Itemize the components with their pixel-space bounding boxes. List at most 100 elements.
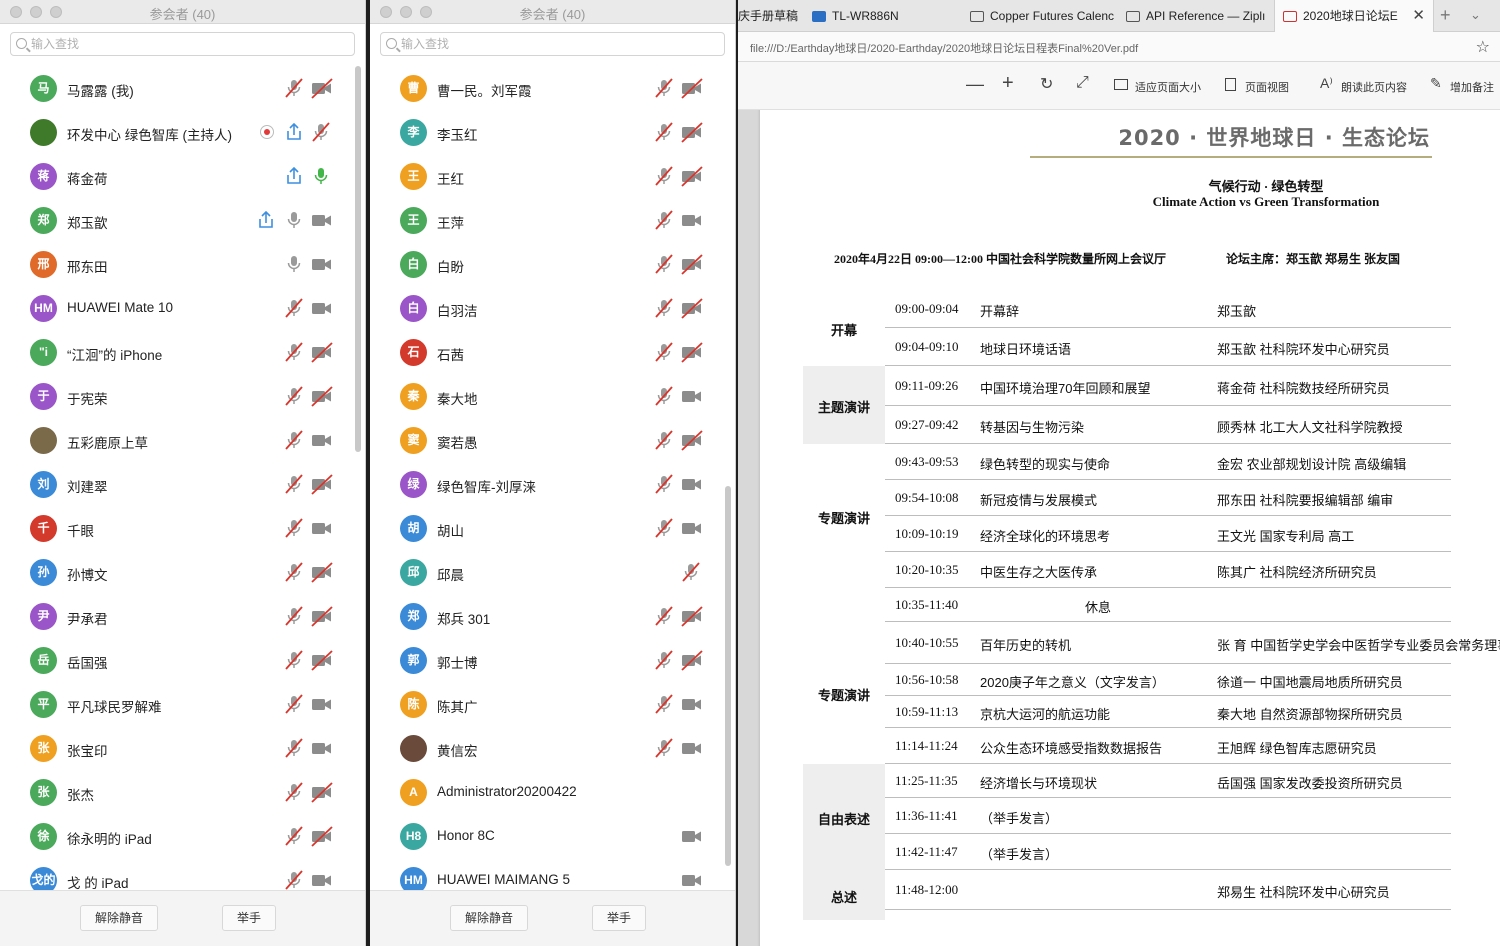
mic-muted-icon[interactable] <box>653 121 675 143</box>
participant-row[interactable]: 蒋蒋金荷 <box>0 154 351 198</box>
microphone-icon[interactable] <box>310 165 332 187</box>
video-off-icon[interactable] <box>680 165 703 187</box>
video-icon[interactable] <box>680 473 702 495</box>
video-icon[interactable] <box>680 869 702 890</box>
rotate-icon[interactable]: ↻ <box>1040 74 1053 94</box>
share-screen-icon[interactable] <box>283 121 305 143</box>
participant-row[interactable]: 郑郑兵 301 <box>370 594 721 638</box>
mic-muted-icon[interactable] <box>283 77 305 99</box>
participant-row[interactable]: 郭郭士博 <box>370 638 721 682</box>
participant-row[interactable]: 黄信宏 <box>370 726 721 770</box>
participant-list[interactable]: 曹曹一民。刘军霞李李玉红王王红王王萍白白盼白白羽洁石石茜秦秦大地窦窦若愚绿绿色智… <box>370 66 721 890</box>
participant-row[interactable]: HM HUAWEI Mate 10 <box>0 286 351 330</box>
mic-muted-icon[interactable] <box>653 77 675 99</box>
mic-muted-icon[interactable] <box>680 561 702 583</box>
read-aloud-button[interactable]: 朗读此页内容 <box>1341 79 1407 95</box>
participant-row[interactable]: 绿绿色智库-刘厚涞 <box>370 462 721 506</box>
video-off-icon[interactable] <box>310 781 333 803</box>
participant-row[interactable]: 王王红 <box>370 154 721 198</box>
participant-row[interactable]: 邢邢东田 <box>0 242 351 286</box>
zoom-out-icon[interactable]: — <box>966 74 984 95</box>
mic-muted-icon[interactable] <box>653 737 675 759</box>
search-box[interactable] <box>10 32 355 56</box>
mic-muted-icon[interactable] <box>283 297 305 319</box>
fullscreen-icon[interactable]: ⤢ <box>1076 74 1089 92</box>
participant-row[interactable]: 白白盼 <box>370 242 721 286</box>
mic-muted-icon[interactable] <box>283 429 305 451</box>
video-off-icon[interactable] <box>680 253 703 275</box>
video-off-icon[interactable] <box>310 77 333 99</box>
participant-row[interactable]: 马马露露 (我) <box>0 66 351 110</box>
participant-row[interactable]: 石石茜 <box>370 330 721 374</box>
mic-muted-icon[interactable] <box>653 209 675 231</box>
tab-api-reference[interactable]: API Reference — Ziplı <box>1126 0 1272 32</box>
tab-tl-wr886n[interactable]: TL-WR886N <box>812 0 952 32</box>
participant-row[interactable]: 戈的戈 的 iPad <box>0 858 351 890</box>
participant-row[interactable]: 秦秦大地 <box>370 374 721 418</box>
mic-muted-icon[interactable] <box>283 473 305 495</box>
video-icon[interactable] <box>310 517 332 539</box>
participant-row[interactable]: 张张宝印 <box>0 726 351 770</box>
search-input[interactable] <box>401 35 701 53</box>
mic-muted-icon[interactable] <box>283 869 305 890</box>
video-icon[interactable] <box>310 869 332 890</box>
video-icon[interactable] <box>680 737 702 759</box>
participant-row[interactable]: HM HUAWEI MAIMANG 5 <box>370 858 721 890</box>
video-off-icon[interactable] <box>310 473 333 495</box>
zoom-in-icon[interactable]: + <box>1002 72 1014 95</box>
mic-muted-icon[interactable] <box>653 517 675 539</box>
mic-muted-icon[interactable] <box>283 561 305 583</box>
video-off-icon[interactable] <box>680 649 703 671</box>
mic-muted-icon[interactable] <box>653 297 675 319</box>
mic-muted-icon[interactable] <box>283 605 305 627</box>
participant-row[interactable]: 白白羽洁 <box>370 286 721 330</box>
participant-row[interactable]: 李李玉红 <box>370 110 721 154</box>
page-view-button[interactable]: 页面视图 <box>1245 79 1289 95</box>
unmute-button[interactable]: 解除静音 <box>80 905 159 931</box>
microphone-icon[interactable] <box>283 209 305 231</box>
participant-row[interactable]: 曹曹一民。刘军霞 <box>370 66 721 110</box>
mic-muted-icon[interactable] <box>653 429 675 451</box>
tab-manual-draft[interactable]: 庆手册草稿 <box>738 0 804 32</box>
video-icon[interactable] <box>680 825 702 847</box>
favorite-star-icon[interactable]: ☆ <box>1476 37 1490 57</box>
participant-row[interactable]: 张张杰 <box>0 770 351 814</box>
search-box[interactable] <box>380 32 725 56</box>
participant-row[interactable]: 胡胡山 <box>370 506 721 550</box>
mic-muted-icon[interactable] <box>283 781 305 803</box>
mic-muted-icon[interactable] <box>283 825 305 847</box>
mic-muted-icon[interactable] <box>653 473 675 495</box>
url-text[interactable]: file:///D:/Earthday地球日/2020-Earthday/202… <box>750 40 1138 56</box>
mic-muted-icon[interactable] <box>310 121 332 143</box>
participant-row[interactable]: "i “江洄”的 iPhone <box>0 330 351 374</box>
participant-row[interactable]: H8 Honor 8C <box>370 814 721 858</box>
participant-list[interactable]: 马马露露 (我) 环发中心 绿色智库 (主持人) 蒋蒋金荷郑郑玉歆邢邢东田 HM HUA… <box>0 66 351 890</box>
scrollbar[interactable] <box>725 486 731 866</box>
video-icon[interactable] <box>310 297 332 319</box>
video-off-icon[interactable] <box>680 297 703 319</box>
video-icon[interactable] <box>310 253 332 275</box>
mic-muted-icon[interactable] <box>653 605 675 627</box>
pdf-viewer[interactable]: 2020 · 世界地球日 · 生态论坛 气候行动 · 绿色转型 Climate … <box>738 110 1500 946</box>
video-off-icon[interactable] <box>310 385 333 407</box>
video-off-icon[interactable] <box>310 341 333 363</box>
video-icon[interactable] <box>310 429 332 451</box>
address-bar[interactable]: file:///D:/Earthday地球日/2020-Earthday/202… <box>738 32 1500 62</box>
video-icon[interactable] <box>310 737 332 759</box>
participant-row[interactable]: 王王萍 <box>370 198 721 242</box>
participant-row[interactable]: 徐徐永明的 iPad <box>0 814 351 858</box>
participant-row[interactable]: 邱邱晨 <box>370 550 721 594</box>
mic-muted-icon[interactable] <box>653 649 675 671</box>
participant-row[interactable]: 窦窦若愚 <box>370 418 721 462</box>
participant-row[interactable]: 五彩鹿原上草 <box>0 418 351 462</box>
video-off-icon[interactable] <box>680 77 703 99</box>
participant-row[interactable]: 刘刘建翠 <box>0 462 351 506</box>
tab-copper-futures[interactable]: Copper Futures Calenc <box>970 0 1120 32</box>
add-note-button[interactable]: 增加备注 <box>1450 79 1494 95</box>
share-screen-icon[interactable] <box>283 165 305 187</box>
video-off-icon[interactable] <box>310 649 333 671</box>
participant-row[interactable]: 尹尹承君 <box>0 594 351 638</box>
video-off-icon[interactable] <box>310 561 333 583</box>
raise-hand-button[interactable]: 举手 <box>222 905 277 931</box>
video-off-icon[interactable] <box>680 121 703 143</box>
